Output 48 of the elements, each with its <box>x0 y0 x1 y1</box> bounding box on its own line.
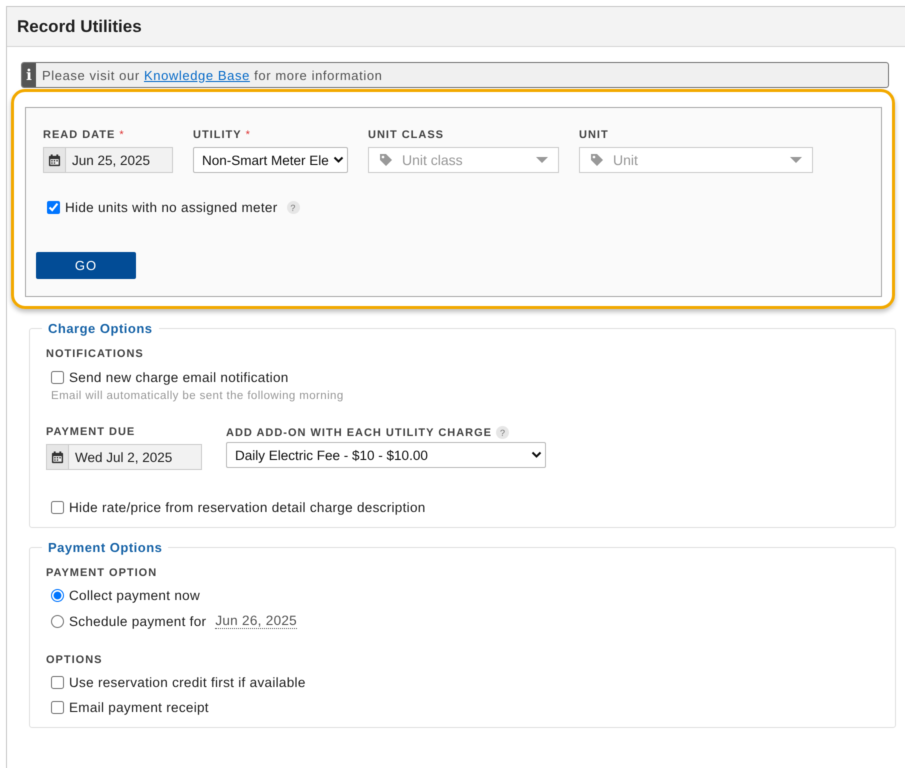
required-mark: * <box>246 129 250 141</box>
page-title: Record Utilities <box>17 16 142 36</box>
checkbox[interactable] <box>47 201 60 214</box>
field-label: UNIT CLASS <box>368 129 444 141</box>
date-field[interactable]: Wed Jul 2, 2025 <box>46 444 202 470</box>
field-label: READ DATE <box>43 129 116 141</box>
radio-button[interactable] <box>51 614 64 628</box>
field-label: UNIT <box>579 129 609 141</box>
chevron-icon <box>531 451 542 459</box>
select-field[interactable]: Daily Electric Fee - $10 - $10.00 <box>226 442 546 468</box>
calendar-icon <box>51 450 64 464</box>
help-icon[interactable]: ? <box>286 201 300 214</box>
tag-icon <box>379 153 393 167</box>
checkbox-label: Use reservation credit first if available <box>69 675 306 690</box>
checkbox[interactable] <box>51 701 64 714</box>
dropdown-arrow-icon <box>536 157 548 163</box>
info-text: Please visit our Knowledge Base for more information <box>42 68 382 82</box>
checkbox-label: Hide units with no assigned meter <box>65 200 278 215</box>
chevron-icon <box>333 156 344 164</box>
tag-icon <box>590 153 604 167</box>
checkbox[interactable] <box>51 371 64 384</box>
field-label: UTILITY <box>193 129 242 141</box>
checkbox-label: Send new charge email notification <box>69 370 289 385</box>
checkbox-label: Email payment receipt <box>69 700 209 715</box>
calendar-icon <box>48 154 61 166</box>
field-label: ADD ADD-ON WITH EACH UTILITY CHARGE <box>226 426 492 438</box>
knowledge-base-link[interactable]: Knowledge Base <box>144 68 250 82</box>
section-legend: Payment Options <box>42 540 168 555</box>
section-label: PAYMENT OPTION <box>46 567 158 579</box>
go-button[interactable]: GO <box>36 252 136 279</box>
checkbox[interactable] <box>51 676 64 689</box>
dropdown-arrow-icon <box>790 157 802 163</box>
radio-label: Collect payment now <box>69 588 200 603</box>
info-icon: i <box>22 63 36 87</box>
radio-label: Schedule payment for <box>69 614 206 628</box>
required-mark: * <box>119 129 124 141</box>
checkbox-label: Hide rate/price from reservation detail charge description <box>69 500 426 515</box>
radio-button[interactable] <box>51 589 64 602</box>
date-link[interactable]: Jun 26, 2025 <box>215 613 297 629</box>
checkbox[interactable] <box>51 501 64 514</box>
section-label: OPTIONS <box>46 654 104 666</box>
select-field[interactable]: Non-Smart Meter Ele <box>193 147 348 173</box>
date-field[interactable]: Jun 25, 2025 <box>43 147 173 173</box>
help-icon[interactable]: ? <box>496 426 509 439</box>
section-legend: Charge Options <box>42 321 159 336</box>
section-label: NOTIFICATIONS <box>46 348 145 360</box>
field-label: PAYMENT DUE <box>46 426 136 438</box>
hint-text: Email will automatically be sent the following morning <box>51 390 345 402</box>
